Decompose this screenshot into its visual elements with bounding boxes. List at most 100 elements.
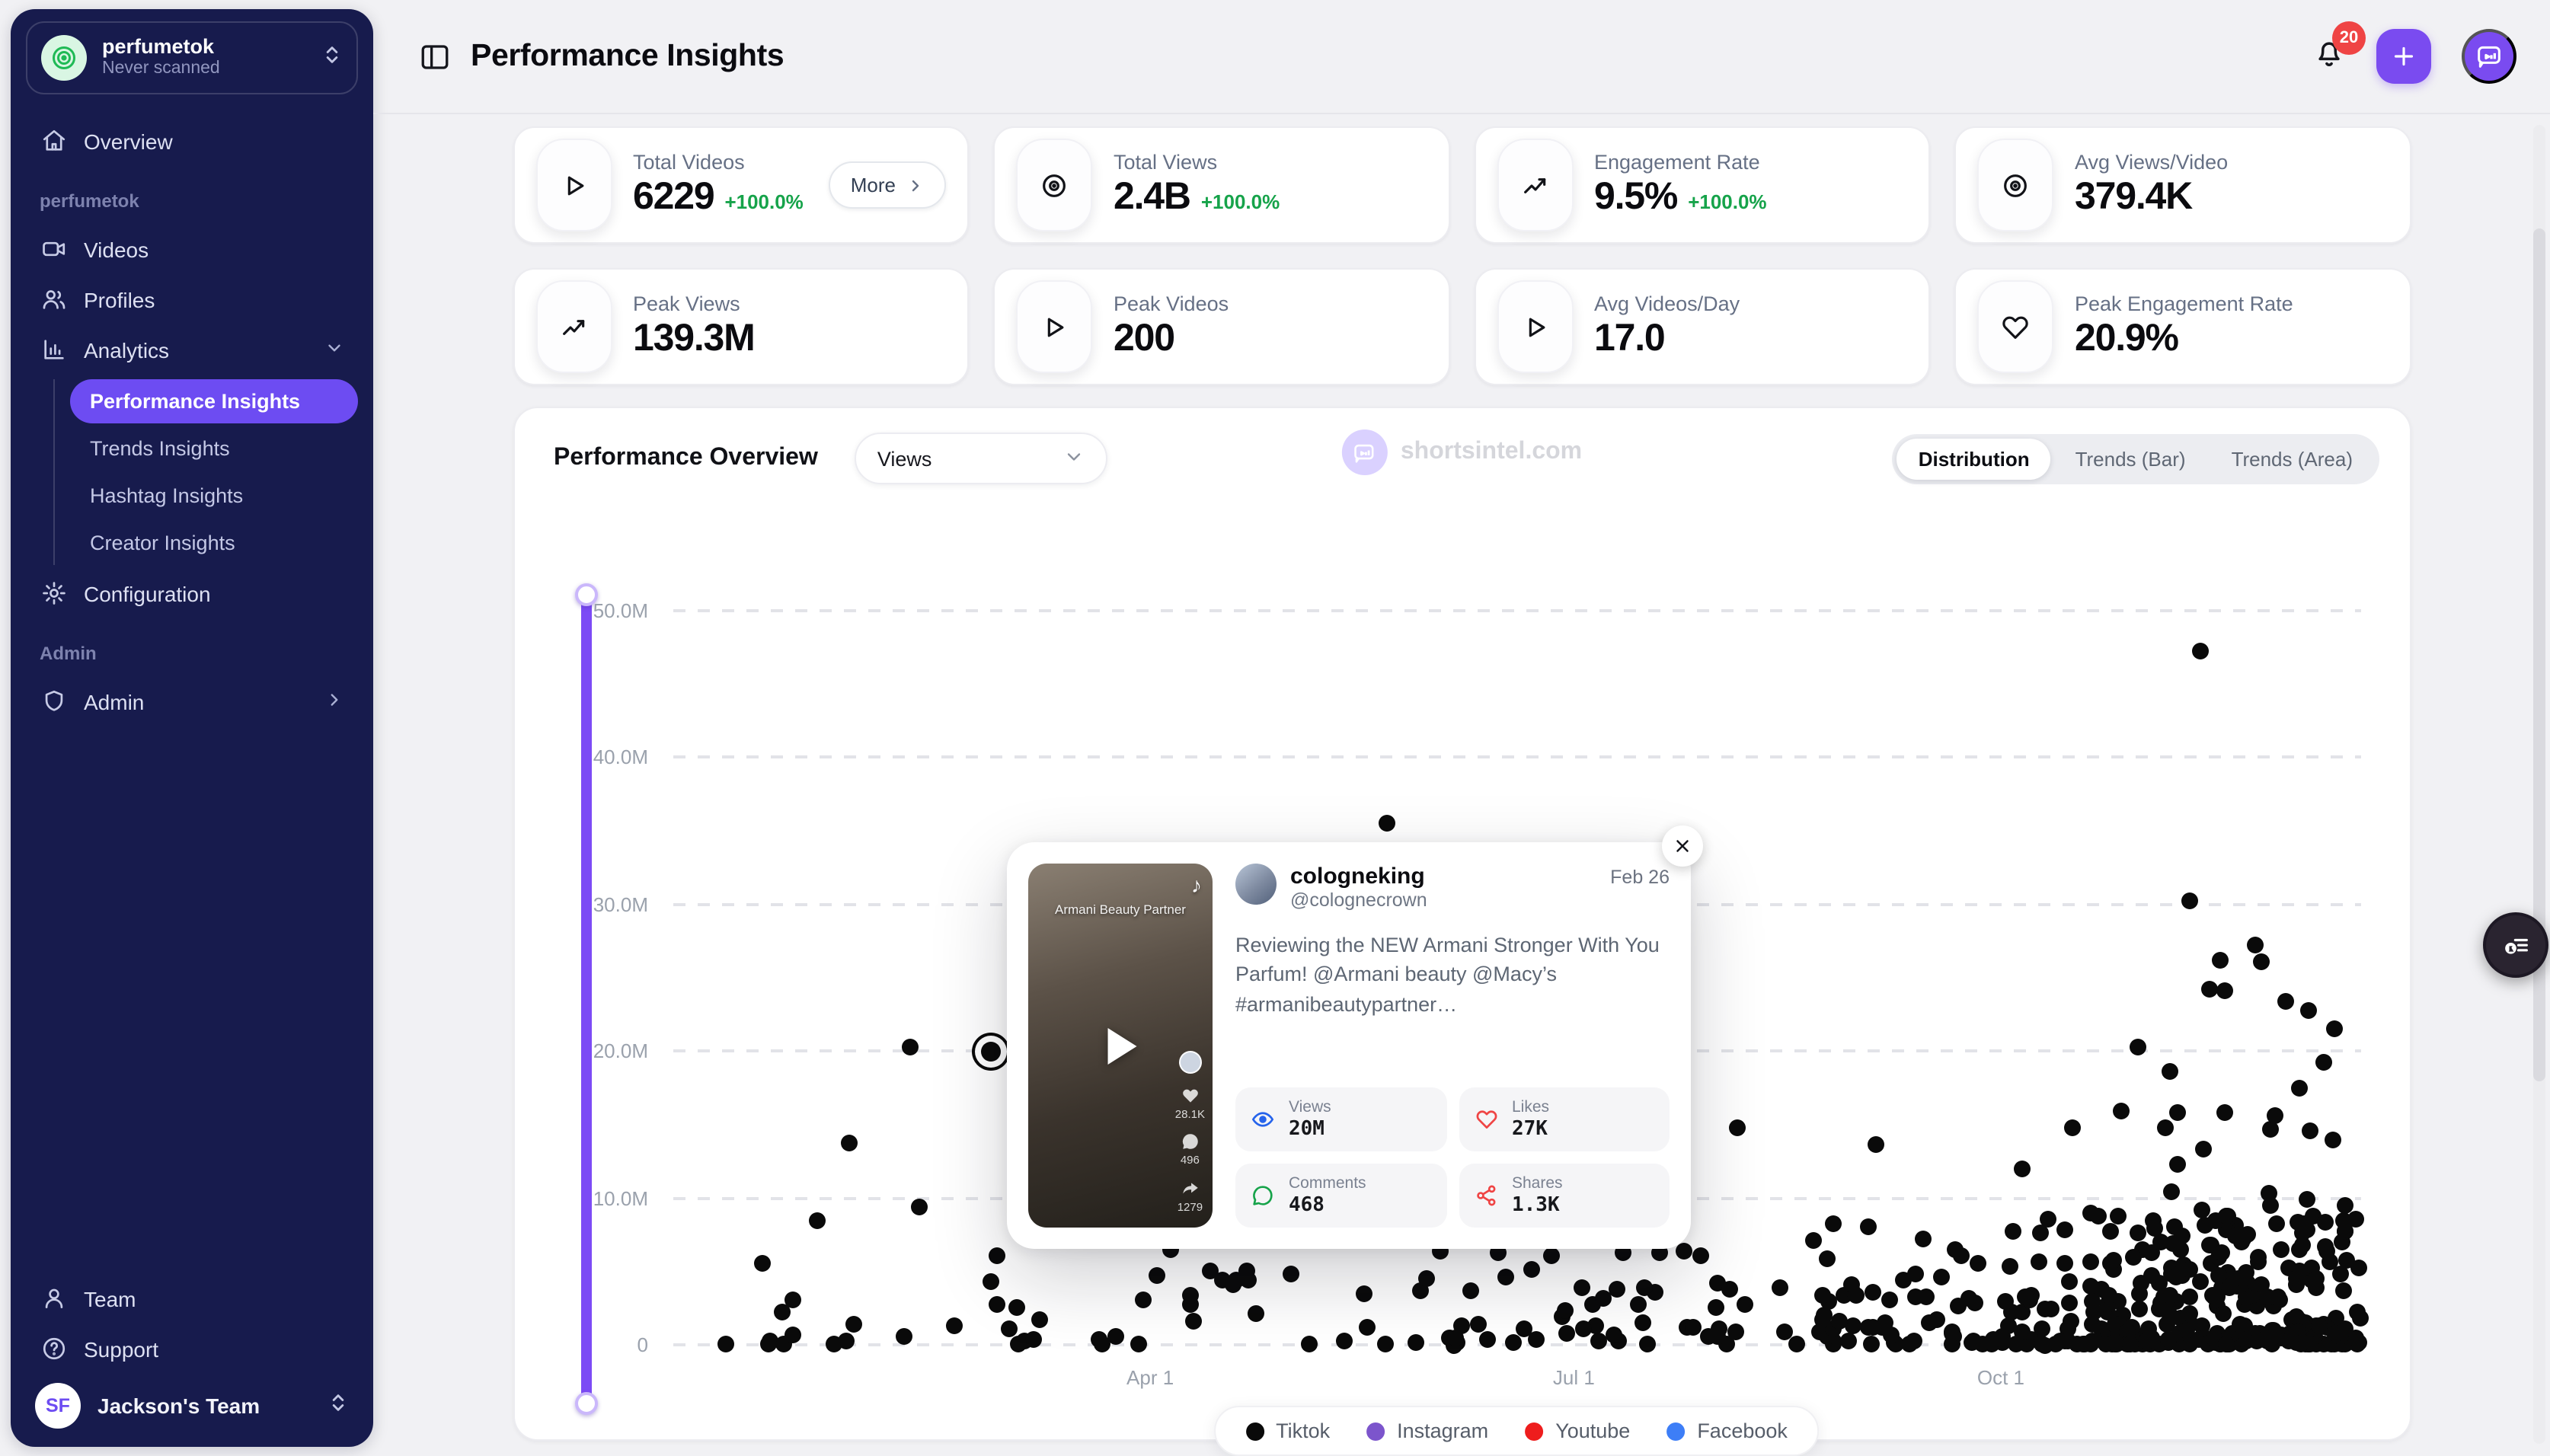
scatter-point[interactable] xyxy=(1574,1320,1591,1337)
scatter-point[interactable] xyxy=(2213,1244,2230,1261)
scatter-point[interactable] xyxy=(2084,1333,2101,1349)
play-overlay-icon[interactable] xyxy=(1107,1027,1136,1064)
scatter-point[interactable] xyxy=(2195,1141,2212,1157)
scatter-point[interactable] xyxy=(1505,1335,1522,1352)
legend-item-instagram[interactable]: Instagram xyxy=(1366,1419,1488,1442)
scatter-point[interactable] xyxy=(2302,1122,2318,1138)
scatter-point[interactable] xyxy=(1544,1247,1561,1264)
scatter-point[interactable] xyxy=(1700,1327,1717,1344)
scatter-point[interactable] xyxy=(2061,1295,2078,1311)
scatter-point[interactable] xyxy=(2091,1207,2107,1224)
scatter-point[interactable] xyxy=(2335,1212,2352,1228)
scatter-point[interactable] xyxy=(2268,1215,2285,1232)
scatter-point[interactable] xyxy=(1497,1269,1513,1285)
scatter-point[interactable] xyxy=(2158,1120,2175,1137)
scatter-point[interactable] xyxy=(983,1272,999,1289)
scatter-point[interactable] xyxy=(2277,993,2294,1010)
scatter-point[interactable] xyxy=(1788,1336,1804,1353)
scatter-point[interactable] xyxy=(2248,937,2264,954)
scatter-point[interactable] xyxy=(2202,981,2219,998)
scatter-point[interactable] xyxy=(1996,1292,2013,1309)
scatter-point[interactable] xyxy=(1010,1336,1027,1352)
scatter-point[interactable] xyxy=(2252,953,2269,970)
scatter-point[interactable] xyxy=(2294,1236,2311,1253)
tab-trends-area[interactable]: Trends (Area) xyxy=(2210,438,2374,479)
scatter-point[interactable] xyxy=(760,1336,777,1353)
scatter-point[interactable] xyxy=(2061,1273,2078,1290)
scatter-point[interactable] xyxy=(1707,1300,1724,1317)
scatter-point[interactable] xyxy=(2082,1253,2099,1270)
scatter-point[interactable] xyxy=(1356,1285,1373,1302)
scatter-point[interactable] xyxy=(2333,1266,2350,1282)
scatter-point[interactable] xyxy=(1523,1261,1540,1278)
scatter-point[interactable] xyxy=(1462,1283,1478,1300)
scatter-point[interactable] xyxy=(1282,1266,1299,1282)
scatter-point[interactable] xyxy=(2169,1156,2186,1173)
scatter-point[interactable] xyxy=(1920,1314,1937,1330)
scatter-point[interactable] xyxy=(1558,1301,1574,1318)
scatter-point[interactable] xyxy=(1831,1313,1848,1330)
scatter-point[interactable] xyxy=(2125,1250,2142,1266)
scatter-point[interactable] xyxy=(2133,1275,2150,1292)
scatter-point[interactable] xyxy=(2043,1301,2059,1318)
tab-distribution[interactable]: Distribution xyxy=(1897,438,2051,479)
scatter-point[interactable] xyxy=(1377,1336,1394,1353)
scatter-point[interactable] xyxy=(773,1303,790,1320)
scatter-point[interactable] xyxy=(2158,1316,2175,1333)
account-logo-button[interactable] xyxy=(2462,29,2516,84)
scatter-point[interactable] xyxy=(988,1247,1005,1263)
scatter-point[interactable] xyxy=(2217,982,2234,999)
scatter-point[interactable] xyxy=(2212,952,2229,969)
scatter-point[interactable] xyxy=(2335,1282,2352,1299)
legend-item-youtube[interactable]: Youtube xyxy=(1525,1419,1630,1442)
scatter-point[interactable] xyxy=(1300,1336,1317,1353)
scatter-point[interactable] xyxy=(2315,1055,2331,1071)
scatter-point[interactable] xyxy=(1008,1300,1025,1317)
scatter-point[interactable] xyxy=(2162,1063,2178,1080)
scatter-point[interactable] xyxy=(2324,1132,2341,1149)
scatter-point[interactable] xyxy=(1337,1332,1353,1349)
sidebar-item-overview[interactable]: Overview xyxy=(26,116,358,166)
scatter-point[interactable] xyxy=(1729,1119,1746,1136)
scatter-point[interactable] xyxy=(2299,1191,2316,1208)
team-switcher[interactable]: SF Jackson's Team xyxy=(26,1374,358,1435)
scatter-point[interactable] xyxy=(2015,1161,2031,1177)
scatter-point[interactable] xyxy=(1184,1313,1201,1330)
scatter-point[interactable] xyxy=(2239,1226,2256,1243)
scatter-point[interactable] xyxy=(2129,1039,2146,1055)
scatter-point[interactable] xyxy=(1814,1287,1831,1304)
scatter-point[interactable] xyxy=(902,1039,919,1055)
scatter-point[interactable] xyxy=(1025,1331,1042,1348)
scatter-point[interactable] xyxy=(1248,1306,1264,1323)
scatter-point[interactable] xyxy=(1804,1231,1821,1248)
scatter-point[interactable] xyxy=(753,1254,770,1271)
scatter-point[interactable] xyxy=(1135,1291,1152,1308)
scatter-point[interactable] xyxy=(1915,1230,1932,1247)
scatter-point[interactable] xyxy=(2235,1270,2251,1287)
scatter-point[interactable] xyxy=(946,1318,963,1335)
slider-handle-bottom[interactable] xyxy=(574,1392,597,1415)
scatter-point[interactable] xyxy=(1917,1288,1934,1305)
sidebar-item-hashtag-insights[interactable]: Hashtag Insights xyxy=(70,474,358,518)
scatter-point[interactable] xyxy=(2110,1207,2127,1224)
scatter-point[interactable] xyxy=(1149,1266,1165,1283)
quick-settings-fab[interactable] xyxy=(2483,912,2548,978)
scatter-point[interactable] xyxy=(825,1335,842,1352)
close-button[interactable] xyxy=(1662,825,1703,867)
scatter-point[interactable] xyxy=(1558,1324,1575,1341)
scatter-point[interactable] xyxy=(1722,1280,1739,1297)
sidebar-item-profiles[interactable]: Profiles xyxy=(26,274,358,324)
scatter-point[interactable] xyxy=(989,1296,1005,1313)
scatter-point[interactable] xyxy=(1031,1312,1048,1329)
sidebar-item-videos[interactable]: Videos xyxy=(26,224,358,274)
scatter-point[interactable] xyxy=(2161,1287,2178,1304)
scatter-point[interactable] xyxy=(2218,1207,2235,1224)
scatter-point[interactable] xyxy=(1967,1295,1983,1311)
scatter-point[interactable] xyxy=(717,1336,734,1353)
scatter-point[interactable] xyxy=(2291,1080,2308,1097)
scatter-point[interactable] xyxy=(2102,1222,2119,1239)
scatter-point[interactable] xyxy=(1950,1298,1967,1314)
scatter-point[interactable] xyxy=(2316,1213,2333,1230)
scatter-point[interactable] xyxy=(2299,1001,2316,1018)
scatter-point[interactable] xyxy=(1907,1266,1924,1282)
